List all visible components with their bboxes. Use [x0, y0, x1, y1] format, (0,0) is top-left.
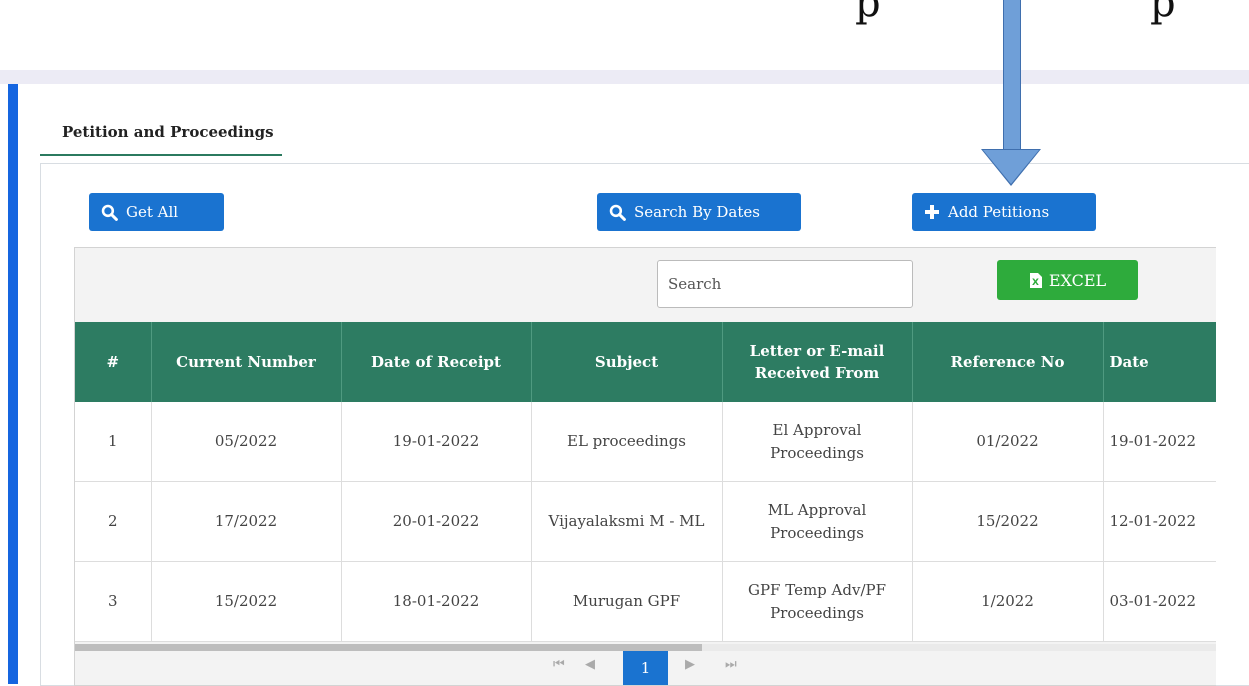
- table-cell: EL proceedings: [531, 402, 723, 482]
- pagination: ⏮ ◀ 1 ▶ ⏭: [75, 651, 1216, 685]
- table-row[interactable]: 2 17/2022 20-01-2022 Vijayalaksmi M - ML…: [75, 481, 1216, 562]
- table-cell: 01/2022: [912, 402, 1104, 482]
- table-cell: 19-01-2022: [341, 402, 532, 482]
- plus-icon: [924, 204, 940, 220]
- scrollbar-thumb[interactable]: [75, 644, 702, 651]
- get-all-label: Get All: [126, 203, 179, 221]
- cropped-text-fragment: p: [1150, 0, 1176, 26]
- first-page-icon[interactable]: ⏮: [553, 657, 565, 672]
- tab-petition-and-proceedings[interactable]: Petition and Proceedings: [62, 123, 274, 141]
- annotation-arrow-shaft: [1003, 0, 1021, 150]
- column-header[interactable]: Date: [1103, 322, 1216, 402]
- top-divider: [0, 70, 1249, 84]
- search-icon: [609, 204, 626, 221]
- column-header[interactable]: Letter or E-mail Received From: [722, 322, 913, 402]
- table-cell: 17/2022: [151, 481, 342, 562]
- table-cell: ML Approval Proceedings: [722, 481, 913, 562]
- column-header[interactable]: Current Number: [151, 322, 342, 402]
- table-cell: GPF Temp Adv/PF Proceedings: [722, 561, 913, 642]
- search-by-dates-button[interactable]: Search By Dates: [597, 193, 801, 231]
- table-cell: El Approval Proceedings: [722, 402, 913, 482]
- add-petitions-button[interactable]: Add Petitions: [912, 193, 1096, 231]
- get-all-button[interactable]: Get All: [89, 193, 224, 231]
- left-accent-bar: [8, 84, 18, 684]
- column-header[interactable]: Date of Receipt: [341, 322, 532, 402]
- table-row[interactable]: 1 05/2022 19-01-2022 EL proceedings El A…: [75, 402, 1216, 482]
- table-cell: Murugan GPF: [531, 561, 723, 642]
- excel-label: EXCEL: [1048, 270, 1107, 290]
- table-cell: 12-01-2022: [1103, 481, 1216, 562]
- petitions-grid: X EXCEL # Current Number Date of Receipt…: [74, 247, 1216, 686]
- last-page-icon[interactable]: ⏭: [725, 657, 737, 672]
- table-cell: 20-01-2022: [341, 481, 532, 562]
- top-margin: p p: [0, 0, 1249, 70]
- svg-text:X: X: [1032, 278, 1039, 288]
- annotation-arrow-head: [983, 150, 1039, 184]
- table-cell: 19-01-2022: [1103, 402, 1216, 482]
- table-cell: 05/2022: [151, 402, 342, 482]
- search-by-dates-label: Search By Dates: [634, 203, 760, 221]
- table-cell: 03-01-2022: [1103, 561, 1216, 642]
- table-header-row: # Current Number Date of Receipt Subject…: [75, 322, 1216, 402]
- column-header[interactable]: #: [75, 322, 152, 402]
- horizontal-scrollbar[interactable]: [75, 644, 1216, 651]
- table-cell: 18-01-2022: [341, 561, 532, 642]
- add-petitions-label: Add Petitions: [948, 203, 1050, 221]
- column-header[interactable]: Reference No: [912, 322, 1104, 402]
- table-cell: Vijayalaksmi M - ML: [531, 481, 723, 562]
- table-cell: 15/2022: [912, 481, 1104, 562]
- petitions-table: # Current Number Date of Receipt Subject…: [75, 322, 1216, 642]
- active-tab-indicator: [40, 154, 282, 156]
- table-cell: 1/2022: [912, 561, 1104, 642]
- excel-export-button[interactable]: X EXCEL: [997, 260, 1138, 300]
- next-page-icon[interactable]: ▶: [685, 657, 695, 672]
- search-input[interactable]: [657, 260, 913, 308]
- table-row[interactable]: 3 15/2022 18-01-2022 Murugan GPF GPF Tem…: [75, 561, 1216, 642]
- table-cell: 1: [75, 402, 152, 482]
- search-icon: [101, 204, 118, 221]
- prev-page-icon[interactable]: ◀: [585, 657, 595, 672]
- table-cell: 2: [75, 481, 152, 562]
- excel-file-icon: X: [1029, 272, 1042, 288]
- table-cell: 15/2022: [151, 561, 342, 642]
- cropped-text-fragment: p: [855, 0, 881, 26]
- column-header[interactable]: Subject: [531, 322, 723, 402]
- table-cell: 3: [75, 561, 152, 642]
- page-button-current[interactable]: 1: [623, 651, 668, 685]
